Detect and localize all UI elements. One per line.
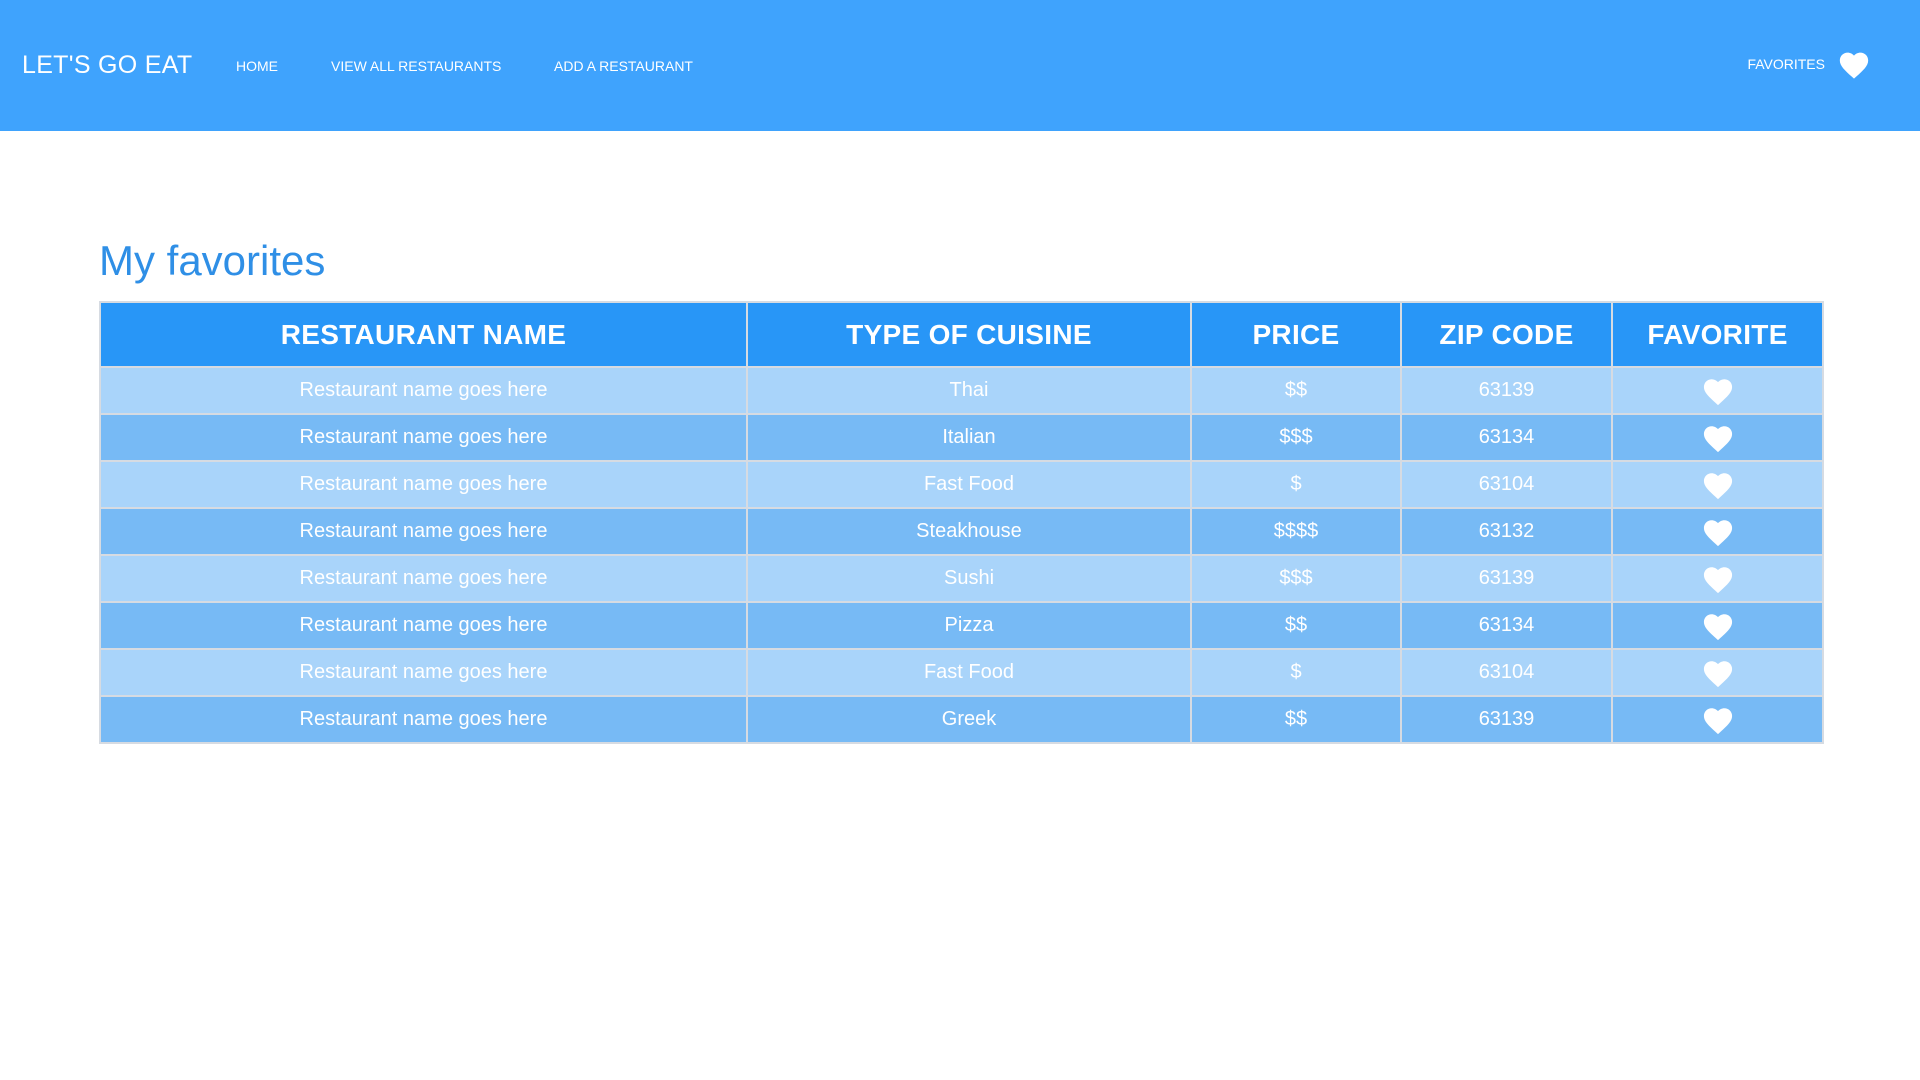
- heart-icon[interactable]: [1701, 469, 1735, 500]
- header-zip-code: ZIP CODE: [1400, 301, 1613, 368]
- cell-cuisine: Italian: [746, 413, 1192, 462]
- cell-price: $$: [1190, 695, 1402, 744]
- cell-restaurant-name: Restaurant name goes here: [99, 507, 748, 556]
- cell-zip-code: 63139: [1400, 695, 1613, 744]
- header-favorite: FAVORITE: [1611, 301, 1824, 368]
- cell-zip-code: 63139: [1400, 554, 1613, 603]
- navbar: LET'S GO EAT HOME VIEW ALL RESTAURANTS A…: [0, 0, 1920, 131]
- table-row: Restaurant name goes here Pizza $$ 63134: [99, 601, 1824, 650]
- cell-favorite: [1611, 601, 1824, 650]
- table-row: Restaurant name goes here Italian $$$ 63134: [99, 413, 1824, 462]
- cell-price: $: [1190, 648, 1402, 697]
- table-row: Restaurant name goes here Steakhouse $$$$ 6…: [99, 507, 1824, 556]
- cell-price: $$$$: [1190, 507, 1402, 556]
- heart-icon[interactable]: [1701, 610, 1735, 641]
- nav-link-view-all-restaurants[interactable]: VIEW ALL RESTAURANTS: [331, 57, 501, 75]
- favorites-table: RESTAURANT NAME TYPE OF CUISINE PRICE ZI…: [99, 301, 1824, 744]
- heart-icon[interactable]: [1701, 563, 1735, 594]
- nav-link-home[interactable]: HOME: [236, 57, 278, 75]
- nav-favorites-label: FAVORITES: [1747, 56, 1825, 72]
- heart-icon[interactable]: [1701, 657, 1735, 688]
- heart-icon[interactable]: [1701, 704, 1735, 735]
- cell-cuisine: Fast Food: [746, 460, 1192, 509]
- cell-favorite: [1611, 460, 1824, 509]
- cell-price: $$$: [1190, 554, 1402, 603]
- header-restaurant-name: RESTAURANT NAME: [99, 301, 748, 368]
- cell-cuisine: Greek: [746, 695, 1192, 744]
- cell-favorite: [1611, 554, 1824, 603]
- cell-restaurant-name: Restaurant name goes here: [99, 460, 748, 509]
- table-row: Restaurant name goes here Sushi $$$ 63139: [99, 554, 1824, 603]
- cell-zip-code: 63104: [1400, 648, 1613, 697]
- brand-logo[interactable]: LET'S GO EAT: [22, 50, 192, 80]
- cell-favorite: [1611, 648, 1824, 697]
- cell-cuisine: Steakhouse: [746, 507, 1192, 556]
- cell-zip-code: 63104: [1400, 460, 1613, 509]
- cell-cuisine: Thai: [746, 366, 1192, 415]
- cell-restaurant-name: Restaurant name goes here: [99, 554, 748, 603]
- table-header-row: RESTAURANT NAME TYPE OF CUISINE PRICE ZI…: [99, 301, 1824, 368]
- page-title: My favorites: [99, 237, 326, 284]
- cell-favorite: [1611, 695, 1824, 744]
- table-row: Restaurant name goes here Fast Food $63104: [99, 648, 1824, 697]
- cell-cuisine: Fast Food: [746, 648, 1192, 697]
- cell-favorite: [1611, 507, 1824, 556]
- table-row: Restaurant name goes here Thai $$ 63139: [99, 366, 1824, 415]
- heart-icon[interactable]: [1701, 516, 1735, 547]
- table-row: Restaurant name goes here Fast Food $63104: [99, 460, 1824, 509]
- cell-favorite: [1611, 413, 1824, 462]
- cell-price: $$: [1190, 601, 1402, 650]
- header-price: PRICE: [1190, 301, 1402, 368]
- cell-zip-code: 63139: [1400, 366, 1613, 415]
- cell-cuisine: Sushi: [746, 554, 1192, 603]
- cell-zip-code: 63134: [1400, 413, 1613, 462]
- cell-restaurant-name: Restaurant name goes here: [99, 366, 748, 415]
- heart-icon: [1837, 48, 1871, 80]
- heart-icon[interactable]: [1701, 422, 1735, 453]
- cell-restaurant-name: Restaurant name goes here: [99, 648, 748, 697]
- header-type-of-cuisine: TYPE OF CUISINE: [746, 301, 1192, 368]
- cell-favorite: [1611, 366, 1824, 415]
- cell-restaurant-name: Restaurant name goes here: [99, 601, 748, 650]
- table-row: Restaurant name goes here Greek $$ 63139: [99, 695, 1824, 744]
- cell-price: $$$: [1190, 413, 1402, 462]
- cell-price: $$: [1190, 366, 1402, 415]
- cell-restaurant-name: Restaurant name goes here: [99, 695, 748, 744]
- cell-restaurant-name: Restaurant name goes here: [99, 413, 748, 462]
- nav-link-add-restaurant[interactable]: ADD A RESTAURANT: [554, 57, 693, 75]
- heart-icon[interactable]: [1701, 375, 1735, 406]
- nav-favorites-link[interactable]: FAVORITES: [1747, 44, 1871, 84]
- cell-cuisine: Pizza: [746, 601, 1192, 650]
- cell-price: $: [1190, 460, 1402, 509]
- cell-zip-code: 63134: [1400, 601, 1613, 650]
- cell-zip-code: 63132: [1400, 507, 1613, 556]
